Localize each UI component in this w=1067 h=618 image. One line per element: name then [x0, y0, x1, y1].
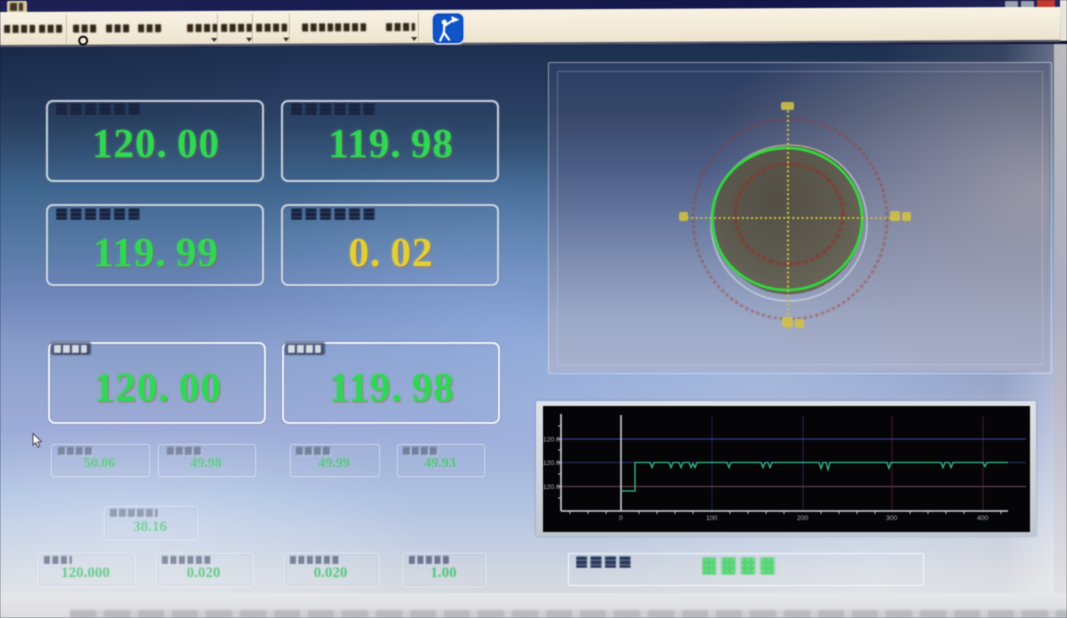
- svg-text:120.0: 120.0: [543, 484, 560, 491]
- svg-text:100: 100: [706, 515, 718, 522]
- svg-text:120.0: 120.0: [543, 437, 560, 444]
- svg-text:0: 0: [619, 515, 623, 522]
- svg-text:200: 200: [797, 515, 809, 522]
- svg-text:300: 300: [886, 515, 898, 522]
- svg-text:400: 400: [977, 515, 989, 522]
- svg-text:120.0: 120.0: [543, 460, 560, 467]
